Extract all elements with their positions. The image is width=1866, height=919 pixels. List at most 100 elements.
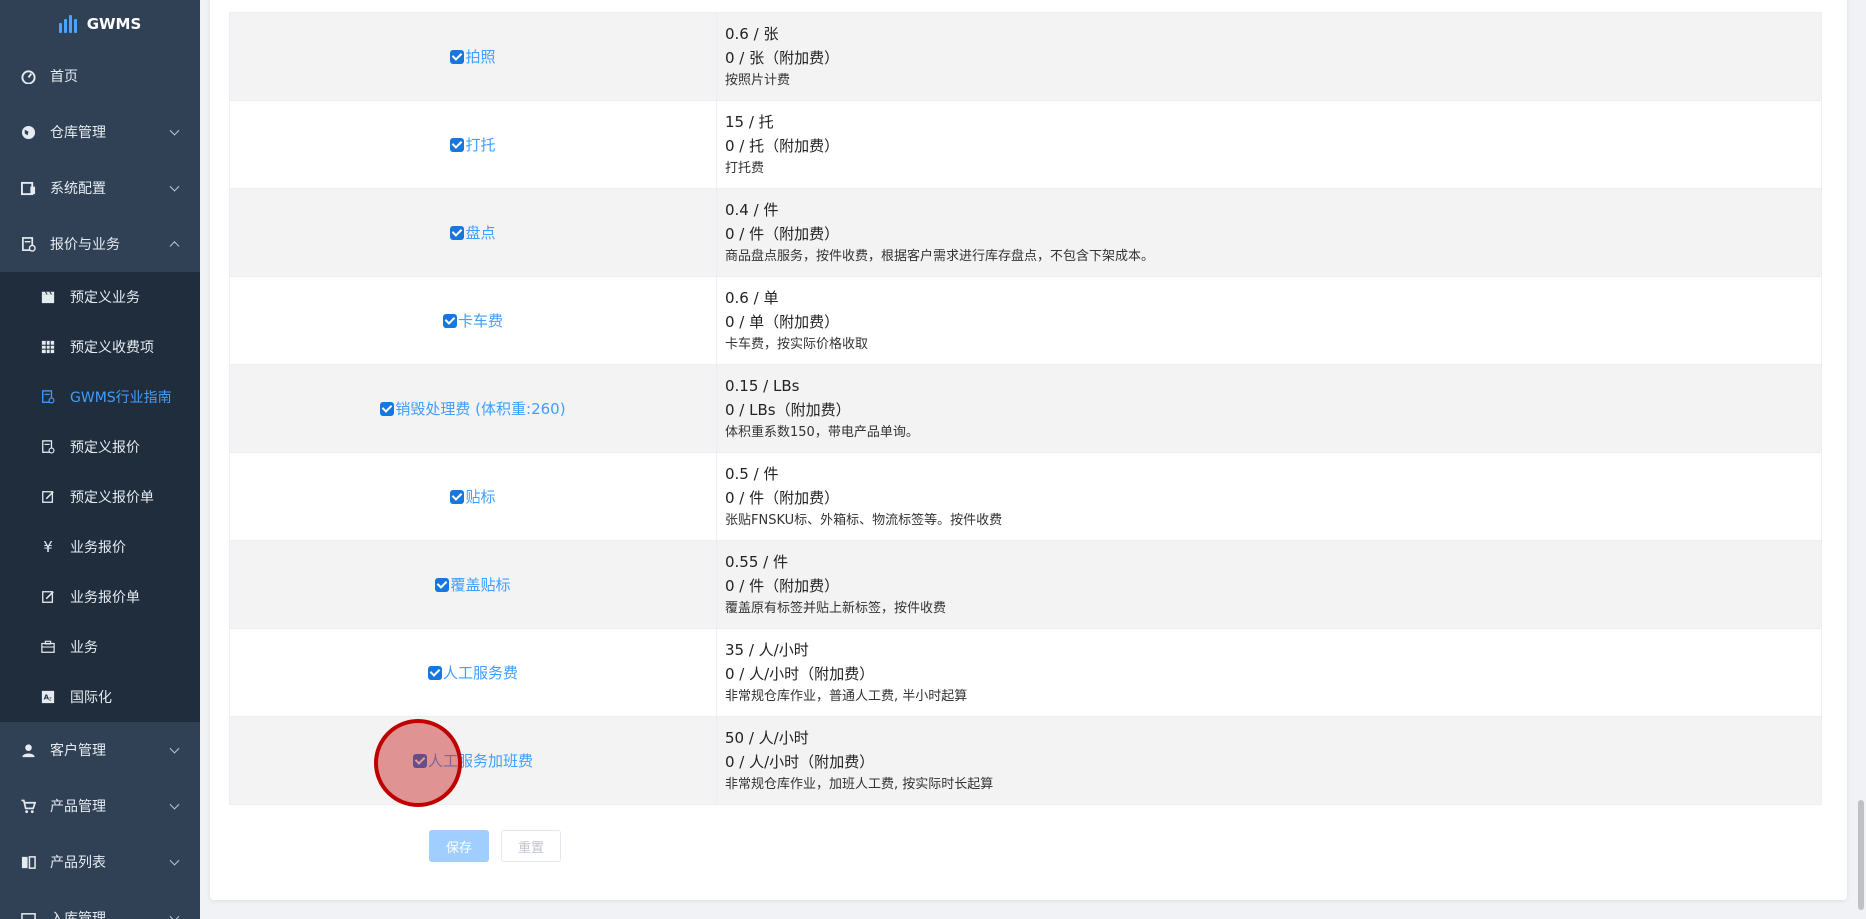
vertical-scrollbar[interactable] [1858,800,1864,910]
checkbox-checked[interactable] [450,50,465,64]
sidebar-item-label: 预定义业务 [70,290,140,306]
service-name[interactable]: 卡车费 [458,312,503,330]
service-extra-fee: 0 / 件（附加费） [725,488,840,507]
sidebar-item-warehouse[interactable]: 仓库管理 [0,104,200,160]
sidebar-item-label: 客户管理 [50,743,106,759]
sidebar-item-inbound[interactable]: 入库管理 [0,890,200,919]
chevron-down-icon [169,743,180,754]
sidebar-item-home[interactable]: 首页 [0,48,200,104]
service-name[interactable]: 打托 [465,136,495,154]
service-name[interactable]: 销毁处理费 (体积重:260) [395,400,565,418]
sidebar-item-label: 预定义报价单 [70,490,154,506]
server-icon [20,180,36,196]
service-name-cell[interactable]: 盘点 [229,188,717,277]
sidebar-item-label: 仓库管理 [50,125,106,141]
sidebar-item-predefined-quote-sheet[interactable]: 预定义报价单 [0,472,200,522]
save-button[interactable]: 保存 [429,830,489,862]
sidebar-item-label: 预定义报价 [70,440,140,456]
service-description: 非常规仓库作业，加班人工费, 按实际时长起算 [725,776,994,792]
sidebar-item-label: 业务 [70,640,98,656]
checkbox-checked[interactable] [435,578,450,592]
service-description: 覆盖原有标签并贴上新标签，按件收费 [725,600,947,616]
sidebar-item-products[interactable]: 产品管理 [0,778,200,834]
service-price-cell: 0.15 / LBs 0 / LBs（附加费） 体积重系数150，带电产品单询。 [716,364,1822,453]
app-title: GWMS [86,15,142,33]
service-name[interactable]: 贴标 [465,488,495,506]
service-name[interactable]: 人工服务费 [443,664,518,682]
service-extra-fee: 0 / 件（附加费） [725,224,840,243]
checkbox-checked[interactable] [442,314,457,328]
sidebar-item-system-config[interactable]: 系统配置 [0,160,200,216]
app-logo[interactable]: GWMS [0,0,200,48]
chevron-down-icon [169,181,180,192]
sidebar-item-customers[interactable]: 客户管理 [0,722,200,778]
service-description: 打托费 [725,160,765,176]
service-name-cell[interactable]: 贴标 [229,452,717,541]
service-extra-fee: 0 / 单（附加费） [725,312,840,331]
clapperboard-icon [40,289,56,305]
sidebar-item-quote-business[interactable]: 报价与业务 [0,216,200,272]
service-price-cell: 15 / 托 0 / 托（附加费） 打托费 [716,100,1822,189]
table-row: 贴标 0.5 / 件 0 / 件（附加费） 张贴FNSKU标、外箱标、物流标签等… [229,452,1822,541]
service-price: 0.4 / 件 [725,200,779,219]
service-name-cell[interactable]: 打托 [229,100,717,189]
table-row: 覆盖贴标 0.55 / 件 0 / 件（附加费） 覆盖原有标签并贴上新标签，按件… [229,540,1822,629]
sidebar-item-label: 系统配置 [50,181,106,197]
sidebar-item-predefined-quote[interactable]: 预定义报价 [0,422,200,472]
service-name[interactable]: 拍照 [465,48,495,66]
doc-icon [40,389,56,405]
service-description: 卡车费，按实际价格收取 [725,336,869,352]
service-name[interactable]: 覆盖贴标 [450,576,510,594]
sidebar-item-predefined-business[interactable]: 预定义业务 [0,272,200,322]
service-description: 商品盘点服务，按件收费，根据客户需求进行库存盘点，不包含下架成本。 [725,248,1155,264]
service-price-cell: 0.5 / 件 0 / 件（附加费） 张贴FNSKU标、外箱标、物流标签等。按件… [716,452,1822,541]
chevron-down-icon [169,911,180,919]
service-name-cell[interactable]: 人工服务加班费 [229,716,717,805]
checkbox-checked[interactable] [380,402,395,416]
service-name[interactable]: 盘点 [465,224,495,242]
submenu-quote-business: 预定义业务 预定义收费项 GWMS行业指南 预定义报价 预定义报价单 ¥ 业务报… [0,272,200,722]
service-description: 非常规仓库作业，普通人工费, 半小时起算 [725,688,968,704]
sidebar-item-label: 业务报价单 [70,590,140,606]
table-row: 拍照 0.6 / 张 0 / 张（附加费） 按照片计费 [229,12,1822,101]
checkbox-checked[interactable] [450,138,465,152]
sidebar-item-label: 预定义收费项 [70,340,154,356]
sidebar-item-predefined-fee-items[interactable]: 预定义收费项 [0,322,200,372]
doc-icon [40,439,56,455]
sidebar-item-label: 产品列表 [50,855,106,871]
checkbox-checked[interactable] [450,226,465,240]
sidebar-item-i18n[interactable]: Az 国际化 [0,672,200,722]
table-row: 人工服务费 35 / 人/小时 0 / 人/小时（附加费） 非常规仓库作业，普通… [229,628,1822,717]
service-price: 15 / 托 [725,112,774,131]
sidebar-item-business-quote[interactable]: ¥ 业务报价 [0,522,200,572]
service-description: 体积重系数150，带电产品单询。 [725,424,919,440]
sidebar-item-business[interactable]: 业务 [0,622,200,672]
service-name-cell[interactable]: 覆盖贴标 [229,540,717,629]
service-name-cell[interactable]: 卡车费 [229,276,717,365]
service-extra-fee: 0 / 张（附加费） [725,48,840,67]
chevron-up-icon [169,241,180,252]
edit-icon [40,489,56,505]
service-price: 0.55 / 件 [725,552,788,571]
service-price-cell: 50 / 人/小时 0 / 人/小时（附加费） 非常规仓库作业，加班人工费, 按… [716,716,1822,805]
service-extra-fee: 0 / 人/小时（附加费） [725,664,875,683]
table-row: 盘点 0.4 / 件 0 / 件（附加费） 商品盘点服务，按件收费，根据客户需求… [229,188,1822,277]
sidebar-item-label: 国际化 [70,690,112,706]
svg-text:z: z [49,697,52,703]
cart-icon [20,798,36,814]
edit-icon [40,589,56,605]
sidebar-item-label: GWMS行业指南 [70,390,172,406]
sidebar-item-product-list[interactable]: 产品列表 [0,834,200,890]
service-name-cell[interactable]: 人工服务费 [229,628,717,717]
quote-icon [20,236,36,252]
checkbox-checked[interactable] [450,490,465,504]
service-name-cell[interactable]: 拍照 [229,12,717,101]
sidebar-item-business-quote-sheet[interactable]: 业务报价单 [0,572,200,622]
service-price: 0.15 / LBs [725,376,800,395]
service-name-cell[interactable]: 销毁处理费 (体积重:260) [229,364,717,453]
grid-icon [40,339,56,355]
reset-button[interactable]: 重置 [501,830,561,862]
checkbox-checked[interactable] [427,666,442,680]
service-price: 0.6 / 单 [725,288,779,307]
sidebar-item-gwms-guide[interactable]: GWMS行业指南 [0,372,200,422]
